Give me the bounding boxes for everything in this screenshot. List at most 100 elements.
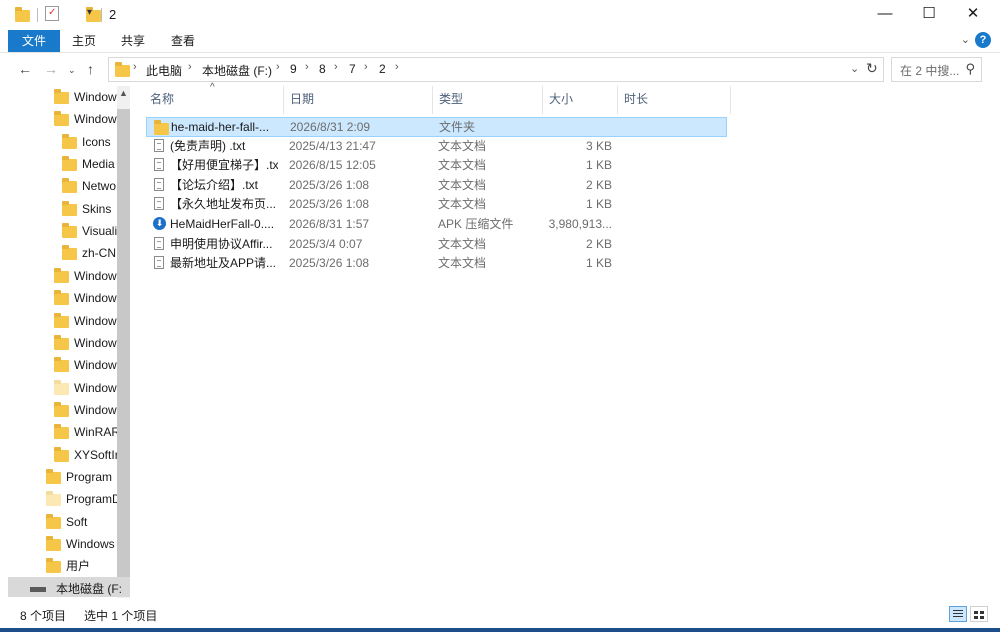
minimize-button[interactable]: —	[862, 0, 908, 30]
table-row[interactable]: 【论坛介绍】.txt 2025/3/26 1:08 文本文档 2 KB	[146, 176, 727, 196]
sidebar-item-label: WinRAR	[74, 425, 117, 440]
sidebar-item-label: Soft	[66, 514, 88, 529]
sidebar-item[interactable]: Visuali	[62, 221, 117, 241]
tab-view[interactable]: 查看	[163, 30, 203, 52]
sidebar-item[interactable]: zh-CN	[62, 243, 117, 263]
help-icon[interactable]: ?	[975, 32, 991, 48]
address-bar[interactable]: › 此电脑 › 本地磁盘 (F:) › 9 › 8 › 7 › 2 ›	[108, 57, 884, 82]
table-row[interactable]: he-maid-her-fall-... 2026/8/31 2:09 文件夹	[146, 117, 727, 137]
file-date: 2026/8/31 1:57	[289, 217, 370, 231]
sidebar-item-label: Window	[74, 335, 117, 350]
sidebar-item[interactable]: Program	[46, 467, 117, 487]
sidebar-item[interactable]: 用户	[46, 556, 117, 576]
folder-icon	[54, 446, 69, 462]
sidebar-item-label: 用户	[66, 559, 91, 574]
up-arrow-icon[interactable]: ↑	[87, 61, 94, 77]
breadcrumb-8[interactable]: 8	[319, 62, 326, 76]
sidebar-item[interactable]: Window	[54, 266, 117, 286]
customize-toolbar-icon[interactable]: ▾	[87, 7, 92, 23]
properties-icon[interactable]: ✓	[45, 6, 59, 21]
breadcrumb-drive[interactable]: 本地磁盘 (F:)	[202, 62, 272, 79]
table-row[interactable]: (免责声明) .txt 2025/4/13 21:47 文本文档 3 KB	[146, 137, 727, 157]
sidebar-item[interactable]: WinRAR	[54, 422, 117, 442]
chevron-right-icon[interactable]: ›	[133, 61, 137, 73]
refresh-icon[interactable]: ↻	[866, 60, 878, 77]
file-date: 2026/8/15 12:05	[289, 158, 376, 173]
table-row[interactable]: 【永久地址发布页... 2025/3/26 1:08 文本文档 1 KB	[146, 195, 727, 215]
status-bar: 8 个项目 选中 1 个项目	[0, 602, 1000, 628]
column-header-date[interactable]: 日期	[284, 86, 433, 114]
sidebar-item[interactable]: Window	[54, 288, 117, 308]
sidebar-item[interactable]: Window	[54, 109, 117, 129]
sidebar-item-label: Netwo	[82, 179, 117, 194]
table-row[interactable]: ⬇ HeMaidHerFall-0.... 2026/8/31 1:57 APK 压缩…	[146, 215, 727, 235]
chevron-down-icon[interactable]: ⌄	[961, 33, 970, 46]
tab-share[interactable]: 共享	[113, 30, 153, 52]
details-view-icon[interactable]	[949, 606, 967, 622]
navigation-pane: Window Window Icons Media Netwo Skins Visuali z…	[0, 86, 130, 598]
chevron-right-icon[interactable]: ›	[395, 61, 399, 73]
file-name: 【好用便宜梯子】.txt	[170, 158, 278, 173]
sidebar-item[interactable]: Window	[54, 87, 117, 107]
sidebar-item[interactable]: Netwo	[62, 176, 117, 196]
folder-icon	[46, 558, 61, 574]
sidebar-item-label: zh-CN	[82, 246, 117, 261]
sidebar-item-label: Window	[74, 358, 117, 373]
tab-file[interactable]: 文件	[8, 30, 60, 52]
breadcrumb-2[interactable]: 2	[379, 62, 386, 76]
sidebar-item-label: Window	[74, 380, 117, 395]
sidebar-item[interactable]: XYSoftIr	[54, 445, 117, 465]
sidebar-item[interactable]: Media	[62, 154, 117, 174]
sidebar-item[interactable]: Soft	[46, 512, 117, 532]
table-row[interactable]: 申明使用协议Affir... 2025/3/4 0:07 文本文档 2 KB	[146, 235, 727, 255]
sidebar-item[interactable]: Window	[54, 355, 117, 375]
large-icons-view-icon[interactable]	[970, 606, 988, 622]
chevron-right-icon[interactable]: ›	[276, 61, 280, 73]
drive-icon	[30, 587, 46, 592]
folder-icon	[46, 491, 61, 507]
nav-scrollbar-thumb[interactable]	[117, 109, 130, 579]
breadcrumb-this-pc[interactable]: 此电脑	[146, 62, 182, 79]
column-header-size[interactable]: 大小	[543, 86, 618, 114]
file-name: 【论坛介绍】.txt	[170, 177, 259, 192]
close-button[interactable]: ✕	[950, 0, 996, 30]
chevron-right-icon[interactable]: ›	[334, 61, 338, 73]
folder-icon	[54, 290, 69, 306]
sidebar-item[interactable]: ProgramD	[46, 489, 117, 509]
chevron-right-icon[interactable]: ›	[305, 61, 309, 73]
column-header-duration[interactable]: 时长	[618, 86, 731, 114]
sidebar-item[interactable]: Icons	[62, 132, 117, 152]
table-row[interactable]: 【好用便宜梯子】.txt 2026/8/15 12:05 文本文档 1 KB	[146, 156, 727, 176]
breadcrumb-7[interactable]: 7	[349, 62, 356, 76]
recent-chevron-icon[interactable]: ⌄	[68, 65, 76, 76]
folder-icon	[62, 223, 77, 239]
sidebar-item-label: Windows	[66, 537, 115, 551]
sidebar-item-label: Window	[74, 112, 117, 127]
chevron-right-icon[interactable]: ›	[188, 61, 192, 73]
sidebar-item[interactable]: Window	[54, 311, 117, 331]
folder-icon	[54, 111, 69, 127]
scroll-up-icon[interactable]: ▲	[119, 88, 128, 98]
breadcrumb-9[interactable]: 9	[290, 62, 297, 76]
folder-icon	[62, 178, 77, 194]
sidebar-item[interactable]: Windows	[46, 534, 117, 554]
folder-icon	[54, 424, 69, 440]
file-date: 2025/3/26 1:08	[289, 197, 370, 212]
text-file-icon	[154, 138, 164, 152]
maximize-button[interactable]: ☐	[906, 0, 952, 30]
chevron-right-icon[interactable]: ›	[364, 61, 368, 73]
forward-arrow-icon[interactable]: →	[44, 61, 58, 77]
column-header-type[interactable]: 类型	[433, 86, 543, 114]
sidebar-item[interactable]: Window	[54, 378, 117, 398]
search-icon[interactable]: ⚲	[965, 61, 975, 77]
tab-home[interactable]: 主页	[64, 30, 104, 52]
sidebar-item-label: ProgramD	[66, 492, 117, 507]
sidebar-item[interactable]: Window	[54, 400, 117, 420]
back-arrow-icon[interactable]: ←	[18, 61, 32, 77]
table-row[interactable]: 最新地址及APP请... 2025/3/26 1:08 文本文档 1 KB	[146, 254, 727, 274]
address-dropdown-icon[interactable]: ⌄	[850, 62, 859, 75]
sidebar-item[interactable]: Window	[54, 333, 117, 353]
sidebar-item[interactable]: Skins	[62, 199, 117, 219]
search-input[interactable]: 在 2 中搜... ⚲	[891, 57, 982, 82]
sidebar-item-drive-f[interactable]: 本地磁盘 (F:	[8, 577, 130, 597]
